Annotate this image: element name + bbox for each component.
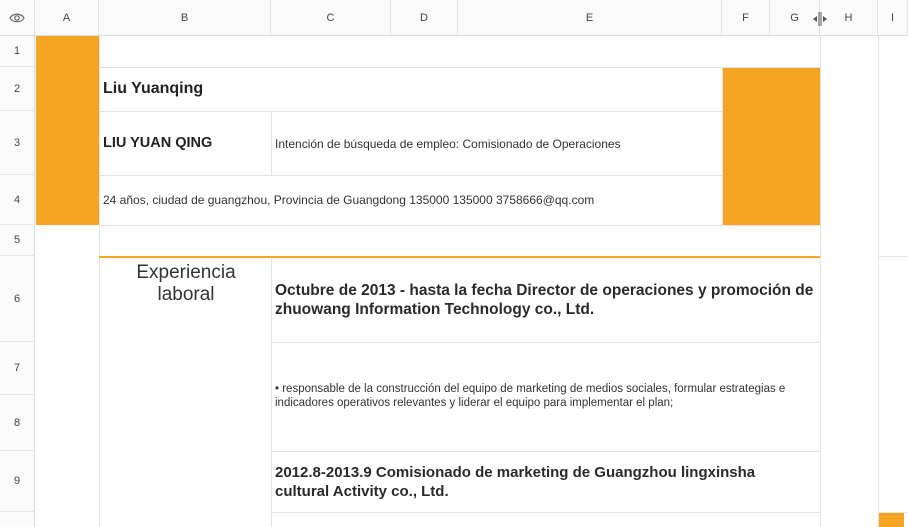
grid-line xyxy=(99,36,100,527)
select-all-corner[interactable] xyxy=(0,0,35,36)
column-header-d[interactable]: D xyxy=(391,0,458,36)
section-divider xyxy=(99,256,820,258)
row-header-2[interactable]: 2 xyxy=(0,67,35,111)
column-header-e[interactable]: E xyxy=(458,0,722,36)
grid-line xyxy=(271,451,820,452)
name-caps-cell[interactable]: LIU YUAN QING xyxy=(103,135,212,151)
row-label: 7 xyxy=(13,362,21,374)
grid-line xyxy=(99,111,722,112)
grid-line xyxy=(99,67,820,68)
grid-line xyxy=(99,175,722,176)
name-cell[interactable]: Liu Yuanqing xyxy=(103,80,203,98)
column-label: B xyxy=(180,11,189,24)
column-label: I xyxy=(890,11,895,24)
column-label: D xyxy=(420,11,428,24)
grid-line xyxy=(271,111,272,175)
row-header-5[interactable]: 5 xyxy=(0,225,35,256)
grid-line xyxy=(271,256,272,527)
row-label: 8 xyxy=(13,416,21,429)
row-label: 5 xyxy=(13,234,21,246)
row-header-3[interactable]: 3 xyxy=(0,111,35,175)
row-label: 1 xyxy=(13,45,21,57)
row-header-9[interactable]: 9 xyxy=(0,451,35,512)
row-label: 6 xyxy=(13,292,21,305)
job1-desc-cell[interactable]: • responsable de la construcción del equ… xyxy=(275,382,815,410)
job2-title-cell[interactable]: 2012.8-2013.9 Comisionado de marketing d… xyxy=(275,463,805,501)
accent-block-left xyxy=(36,36,99,225)
row-header-1[interactable]: 1 xyxy=(0,36,35,67)
column-header-f[interactable]: F xyxy=(722,0,770,36)
contact-cell[interactable]: 24 años, ciudad de guangzhou, Provincia … xyxy=(103,193,594,207)
job1-title-cell[interactable]: Octubre de 2013 - hasta la fecha Directo… xyxy=(275,281,815,319)
row-label: 4 xyxy=(13,193,21,206)
accent-block-corner xyxy=(879,513,904,527)
row-label: 3 xyxy=(13,136,21,149)
column-resize-icon xyxy=(813,12,827,26)
column-label: E xyxy=(585,11,594,24)
row-header-4[interactable]: 4 xyxy=(0,175,35,225)
grid-line xyxy=(878,36,879,527)
column-label: G xyxy=(790,11,799,24)
accent-block-right xyxy=(723,68,820,225)
column-header-b[interactable]: B xyxy=(99,0,271,36)
row-header-6[interactable]: 6 xyxy=(0,256,35,342)
row-label: 9 xyxy=(13,475,21,487)
eye-icon xyxy=(9,13,25,22)
row-header-8[interactable]: 8 xyxy=(0,395,35,451)
column-header-i[interactable]: I xyxy=(878,0,908,36)
column-label: F xyxy=(742,11,749,24)
grid-line xyxy=(99,225,820,226)
column-header-a[interactable]: A xyxy=(35,0,99,36)
column-header-c[interactable]: C xyxy=(271,0,391,36)
column-header-h[interactable]: H xyxy=(820,0,878,36)
row-header-7[interactable]: 7 xyxy=(0,342,35,395)
job-intent-cell[interactable]: Intención de búsqueda de empleo: Comisio… xyxy=(275,137,621,151)
grid-line xyxy=(271,512,820,513)
grid-line xyxy=(271,342,820,343)
row-header-10[interactable] xyxy=(0,512,35,527)
grid-line xyxy=(878,256,908,257)
section-title-cell[interactable]: Experiencia laboral xyxy=(115,262,257,306)
column-label: H xyxy=(844,11,853,24)
column-label: A xyxy=(62,11,71,24)
grid-line xyxy=(820,36,821,527)
column-label: C xyxy=(326,11,335,24)
row-label: 2 xyxy=(13,82,21,95)
